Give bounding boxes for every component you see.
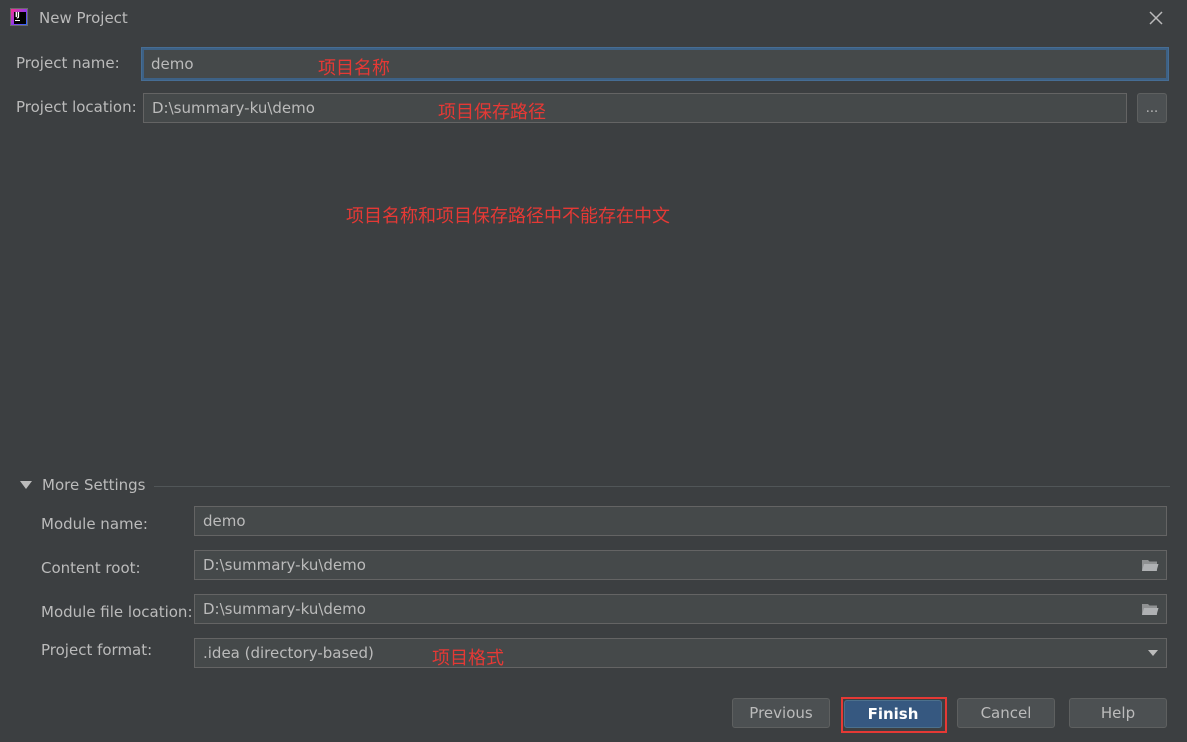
project-format-value: .idea (directory-based) bbox=[203, 644, 374, 662]
project-format-select[interactable]: .idea (directory-based) bbox=[194, 638, 1167, 668]
project-name-value: demo bbox=[151, 55, 194, 73]
window-title: New Project bbox=[39, 9, 128, 27]
intellij-icon-text: IJ bbox=[15, 11, 20, 19]
browse-location-button[interactable]: ... bbox=[1137, 93, 1167, 123]
project-format-annotation: 项目格式 bbox=[432, 648, 504, 669]
module-file-location-input[interactable]: D:\summary-ku\demo bbox=[194, 594, 1167, 624]
content-root-value: D:\summary-ku\demo bbox=[203, 556, 366, 574]
folder-icon[interactable] bbox=[1141, 602, 1159, 616]
module-file-location-label: Module file location: bbox=[41, 603, 193, 621]
close-button[interactable] bbox=[1146, 8, 1166, 28]
module-name-label: Module name: bbox=[41, 515, 148, 533]
finish-highlight-box bbox=[841, 697, 947, 733]
help-button[interactable]: Help bbox=[1069, 698, 1167, 728]
previous-button[interactable]: Previous bbox=[732, 698, 830, 728]
chevron-down-icon[interactable] bbox=[1147, 649, 1159, 657]
project-name-input[interactable]: demo bbox=[142, 48, 1168, 80]
section-divider bbox=[154, 486, 1170, 487]
module-file-location-value: D:\summary-ku\demo bbox=[203, 600, 366, 618]
project-name-label: Project name: bbox=[16, 54, 120, 72]
project-location-annotation: 项目保存路径 bbox=[438, 102, 546, 123]
folder-icon[interactable] bbox=[1141, 558, 1159, 572]
previous-button-label: Previous bbox=[749, 704, 813, 722]
chevron-down-icon[interactable] bbox=[20, 481, 32, 489]
content-root-label: Content root: bbox=[41, 559, 141, 577]
cancel-button-label: Cancel bbox=[980, 704, 1032, 722]
module-name-input[interactable]: demo bbox=[194, 506, 1167, 536]
help-button-label: Help bbox=[1100, 704, 1136, 722]
project-name-annotation: 项目名称 bbox=[318, 58, 390, 79]
chinese-warning-annotation: 项目名称和项目保存路径中不能存在中文 bbox=[346, 206, 670, 227]
close-icon bbox=[1149, 11, 1163, 25]
project-format-label: Project format: bbox=[41, 641, 153, 659]
content-root-input[interactable]: D:\summary-ku\demo bbox=[194, 550, 1167, 580]
browse-location-label: ... bbox=[1145, 100, 1159, 116]
project-location-input[interactable]: D:\summary-ku\demo bbox=[143, 93, 1127, 123]
intellij-icon: IJ bbox=[10, 8, 28, 26]
project-location-label: Project location: bbox=[16, 98, 137, 116]
cancel-button[interactable]: Cancel bbox=[957, 698, 1055, 728]
title-bar: IJ New Project bbox=[0, 0, 1187, 36]
more-settings-toggle[interactable]: More Settings bbox=[42, 476, 145, 494]
project-location-value: D:\summary-ku\demo bbox=[152, 99, 315, 117]
module-name-value: demo bbox=[203, 512, 246, 530]
